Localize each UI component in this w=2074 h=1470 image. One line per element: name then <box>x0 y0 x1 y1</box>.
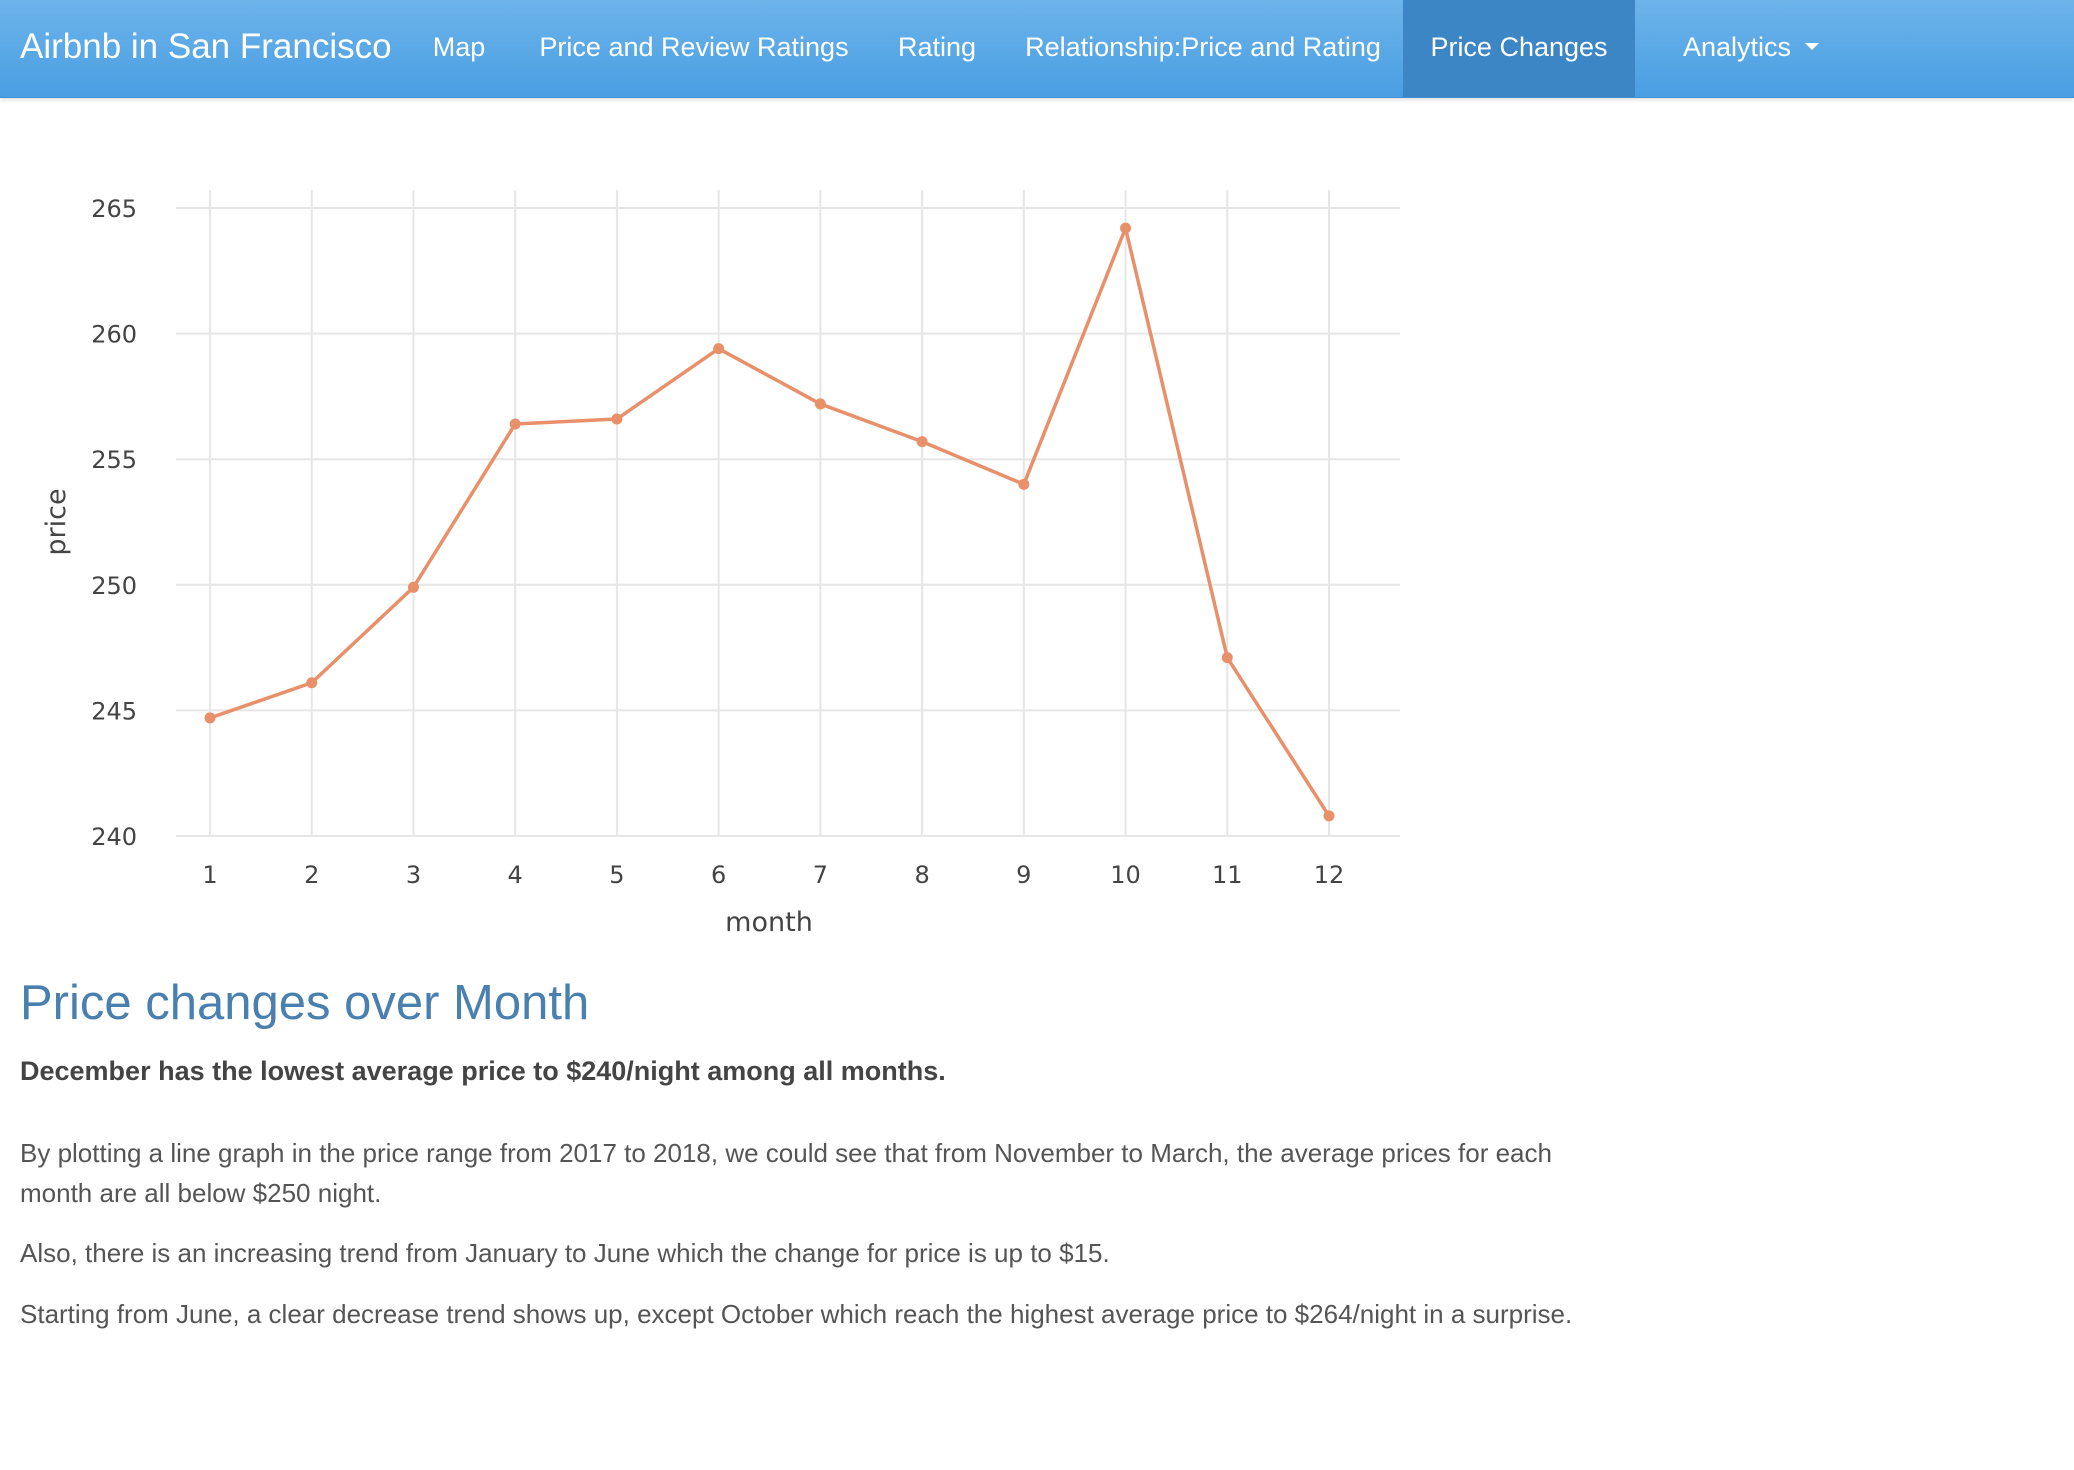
data-point <box>204 712 216 724</box>
x-tick-label: 11 <box>1212 861 1243 889</box>
section-title: Price changes over Month <box>20 976 590 1030</box>
navbar-brand[interactable]: Airbnb in San Francisco <box>20 0 392 97</box>
x-tick-label: 1 <box>202 861 217 889</box>
top-navbar: Airbnb in San Francisco Map Price and Re… <box>0 0 2074 98</box>
chart-markers <box>204 222 1335 822</box>
data-point <box>814 398 826 410</box>
nav-item-analytics-dropdown[interactable]: Analytics <box>1636 0 1866 97</box>
data-point <box>611 413 623 425</box>
nav-item-rating[interactable]: Rating <box>872 0 1002 97</box>
x-tick-label: 9 <box>1016 861 1031 889</box>
nav-item-analytics-label: Analytics <box>1682 32 1792 62</box>
series-line-price <box>209 226 1331 817</box>
data-point <box>916 436 928 448</box>
data-point <box>509 418 521 430</box>
x-tick-label: 6 <box>711 861 726 889</box>
paragraph-3: Starting from June, a clear decrease tre… <box>20 1299 1573 1329</box>
x-axis-label: month <box>725 907 813 938</box>
data-point <box>1221 652 1233 664</box>
nav-item-price-review-ratings[interactable]: Price and Review Ratings <box>517 0 871 97</box>
y-tick-label: 260 <box>91 321 137 349</box>
x-tick-label: 7 <box>813 861 828 889</box>
chart-series <box>209 226 1331 817</box>
caret-down-icon <box>1805 43 1820 51</box>
y-tick-label: 240 <box>91 823 137 851</box>
y-tick-label: 250 <box>91 572 137 600</box>
data-point <box>306 677 318 689</box>
data-point <box>407 581 419 593</box>
nav-item-price-changes[interactable]: Price Changes <box>1403 0 1635 97</box>
y-tick-label: 265 <box>91 195 137 223</box>
x-tick-label: 12 <box>1314 861 1345 889</box>
x-tick-label: 10 <box>1110 861 1141 889</box>
y-tick-label: 255 <box>91 446 137 474</box>
price-line-chart: 1 2 3 4 5 6 7 8 9 10 11 12240245250255260265 month … <box>41 190 1400 938</box>
section-subtitle: December has the lowest average price to… <box>20 1056 946 1086</box>
data-point <box>1018 478 1030 490</box>
data-point <box>713 343 725 355</box>
data-point <box>1120 222 1132 234</box>
x-tick-label: 3 <box>406 861 421 889</box>
y-tick-label: 245 <box>91 697 137 725</box>
paragraph-2: Also, there is an increasing trend from … <box>20 1238 1110 1268</box>
y-axis-label: price <box>41 488 72 555</box>
data-point <box>1323 810 1335 822</box>
nav-item-relationship-price-rating[interactable]: Relationship:Price and Rating <box>1003 0 1403 97</box>
x-tick-label: 4 <box>508 861 523 889</box>
x-tick-label: 2 <box>304 861 319 889</box>
paragraph-1: By plotting a line graph in the price ra… <box>20 1138 1552 1208</box>
chart-grid <box>176 190 1400 837</box>
nav-item-map[interactable]: Map <box>412 0 506 97</box>
x-tick-label: 5 <box>609 861 624 889</box>
x-tick-label: 8 <box>914 861 929 889</box>
